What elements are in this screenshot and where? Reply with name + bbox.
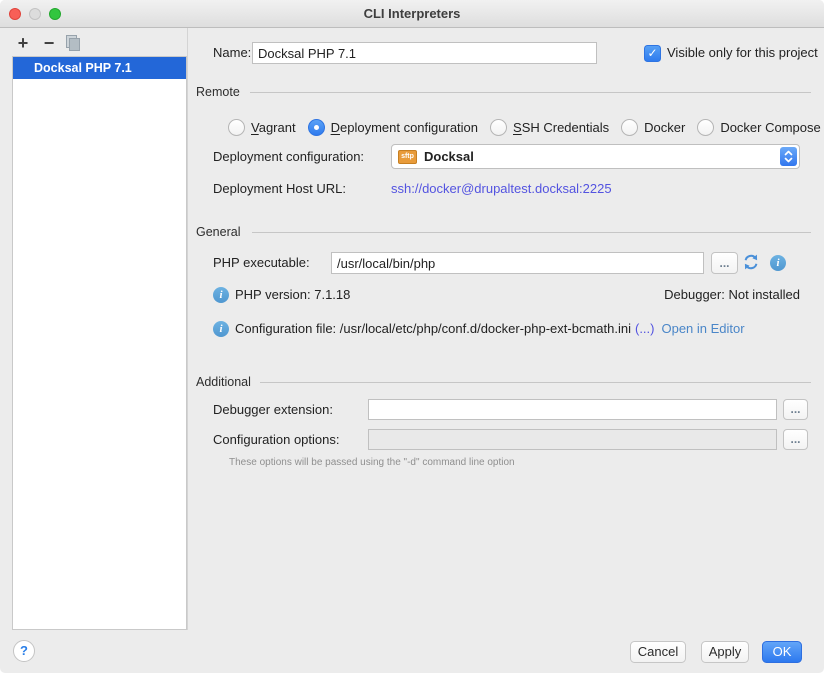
name-label: Name: [213,43,251,63]
deployment-config-label: Deployment configuration: [213,147,364,167]
radio-icon [308,119,325,136]
host-url-label: Deployment Host URL: [213,179,346,199]
titlebar: CLI Interpreters [0,0,824,28]
cancel-button[interactable]: Cancel [630,641,686,663]
php-executable-browse-button[interactable]: ... [711,252,738,274]
section-additional: Additional [196,374,251,390]
section-additional-line [260,382,811,383]
window-title: CLI Interpreters [0,0,824,28]
debugger-status-text: Debugger: Not installed [664,286,800,304]
section-general: General [196,224,240,240]
visible-only-label: Visible only for this project [667,43,818,63]
radio-label: Deployment configuration [331,120,478,135]
radio-deployment-configuration[interactable]: Deployment configuration [308,119,478,136]
section-remote-line [250,92,811,93]
name-input[interactable] [252,42,597,64]
debugger-extension-label: Debugger extension: [213,400,333,420]
radio-label: Docker [644,120,685,135]
radio-icon [490,119,507,136]
chevron-up-down-icon [780,147,797,166]
radio-label: Docker Compose [720,120,820,135]
options-hint-text: These options will be passed using the "… [229,457,515,468]
ok-button[interactable]: OK [762,641,802,663]
php-version-text: PHP version: 7.1.18 [235,286,350,304]
open-in-editor-link[interactable]: Open in Editor [661,320,744,338]
list-item-docksal-php[interactable]: Docksal PHP 7.1 [13,57,186,79]
radio-icon [621,119,638,136]
add-interpreter-icon[interactable]: + [14,34,32,52]
radio-vagrant[interactable]: Vagrant [228,119,296,136]
apply-button[interactable]: Apply [701,641,749,663]
debugger-extension-input[interactable] [368,399,777,420]
copy-interpreter-icon[interactable] [66,35,80,50]
deployment-config-select[interactable]: sftp Docksal [391,144,800,169]
sidebar-divider [187,28,188,630]
remove-interpreter-icon[interactable]: − [40,34,58,52]
radio-icon [228,119,245,136]
section-general-line [252,232,811,233]
deployment-config-value: Docksal [424,149,474,164]
configuration-options-browse-button[interactable]: ... [783,429,808,450]
php-executable-input[interactable] [331,252,704,274]
configuration-options-input[interactable] [368,429,777,450]
configuration-options-label: Configuration options: [213,430,339,450]
radio-icon [697,119,714,136]
radio-docker-compose[interactable]: Docker Compose [697,119,820,136]
config-file-text: Configuration file: /usr/local/etc/php/c… [235,320,631,338]
info-icon: i [213,287,229,303]
help-button[interactable]: ? [13,640,35,662]
debugger-extension-browse-button[interactable]: ... [783,399,808,420]
host-url-value: ssh://docker@drupaltest.docksal:2225 [391,179,612,199]
radio-docker[interactable]: Docker [621,119,685,136]
info-icon: i [770,255,786,271]
cli-interpreters-dialog: CLI Interpreters + − Docksal PHP 7.1 Nam… [0,0,824,673]
radio-ssh-credentials[interactable]: SSH Credentials [490,119,609,136]
config-file-ellipsis-link[interactable]: (...) [635,320,655,338]
radio-label: Vagrant [251,120,296,135]
info-icon: i [213,321,229,337]
config-file-row: Configuration file: /usr/local/etc/php/c… [235,320,745,338]
reload-phpinfo-icon[interactable] [742,253,760,271]
section-remote: Remote [196,84,240,100]
interpreter-list[interactable]: Docksal PHP 7.1 [12,56,187,630]
visible-only-checkbox[interactable] [644,45,661,62]
sftp-server-icon: sftp [398,150,417,164]
radio-label: SSH Credentials [513,120,609,135]
remote-type-radio-group: Vagrant Deployment configuration SSH Cre… [228,116,824,138]
php-executable-label: PHP executable: [213,253,310,273]
